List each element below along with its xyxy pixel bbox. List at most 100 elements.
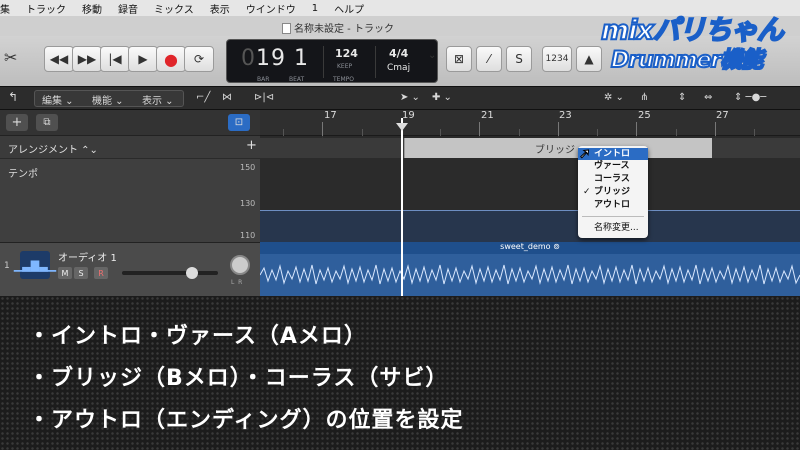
horizontal-zoom-icon[interactable]: ⇔	[704, 92, 712, 103]
play-icon: ▶	[138, 52, 148, 66]
waveform-zoom-icon[interactable]: ⋔	[640, 92, 648, 103]
menu-view[interactable]: 表示	[202, 1, 238, 16]
audio-track-header[interactable]: 1 ▁▃▇▃▁ オーディオ 1 M S R L R	[0, 242, 260, 296]
track-name[interactable]: オーディオ 1	[58, 249, 117, 264]
record-icon: ●	[164, 49, 178, 69]
forward-button[interactable]: ▶▶	[72, 46, 102, 72]
ruler-bar-19: 19	[402, 110, 415, 121]
audio-region[interactable]: sweet_demo ⊚	[260, 242, 800, 296]
global-tracks-icon: ⊡	[234, 117, 244, 128]
menu-item-bridge[interactable]: ✓ ブリッジ	[578, 186, 648, 198]
menu-window[interactable]: ウインドウ	[238, 1, 304, 16]
arrangement-label-text: アレンジメント	[8, 145, 78, 156]
menu-navigate[interactable]: 移動	[74, 1, 110, 16]
arrangement-marker-bridge[interactable]: ブリッジ	[404, 138, 712, 158]
screen: 集 トラック 移動 録音 ミックス 表示 ウインドウ 1 ヘルプ 名称未設定 -…	[0, 0, 800, 450]
bar-ruler[interactable]: 17 19 21 23 25 27	[260, 110, 800, 136]
arrangement-label: アレンジメント ⌃⌄	[8, 145, 98, 156]
record-button[interactable]: ●	[156, 46, 186, 72]
menu-item-outro[interactable]: アウトロ	[578, 199, 648, 211]
view-menu[interactable]: 表示 ⌄	[142, 92, 174, 107]
settings-gear-icon[interactable]: ✲ ⌄	[604, 92, 624, 103]
mute-button[interactable]: M	[58, 267, 72, 279]
ruler-subtick	[597, 129, 598, 136]
duplicate-icon: ⧉	[43, 117, 51, 128]
tempo-line[interactable]	[260, 210, 800, 211]
scissors-icon[interactable]: ✂	[4, 48, 17, 67]
caption-line-3: ・アウトロ（エンディング）の位置を設定	[28, 408, 464, 433]
add-track-button[interactable]: +	[6, 114, 28, 131]
tempo-lane[interactable]	[260, 158, 800, 242]
count-in-button[interactable]: 1234	[542, 46, 572, 72]
tempo-scale-150: 150	[240, 163, 256, 172]
lcd-bar: 19	[256, 46, 286, 71]
menu-item-rename[interactable]: 名称変更...	[578, 222, 648, 234]
vertical-zoom-icon[interactable]: ⇕	[678, 92, 686, 103]
edit-menu[interactable]: 編集 ⌄	[42, 92, 74, 107]
pan-l-label: L	[231, 279, 235, 286]
play-button[interactable]: ▶	[128, 46, 158, 72]
tuner-icon: ⁄	[487, 52, 490, 66]
ruler-tick	[558, 122, 559, 136]
automation-icon[interactable]: ⌐╱	[196, 92, 210, 103]
ruler-tick	[322, 122, 323, 136]
menu-help[interactable]: ヘルプ	[326, 1, 372, 16]
record-enable-button[interactable]: R	[94, 267, 108, 279]
tempo-track-header[interactable]: テンポ 150 130 110	[0, 158, 260, 242]
menu-item-intro-label: イントロ	[594, 149, 631, 159]
tuner-button[interactable]: ⁄	[476, 46, 502, 72]
snap-icon[interactable]: ⊳|⊲	[254, 92, 274, 103]
ruler-bar-23: 23	[559, 110, 572, 121]
global-tracks-button[interactable]: ⊡	[228, 114, 250, 131]
flex-icon[interactable]: ⋈	[222, 92, 232, 103]
arrangement-track-header[interactable]: アレンジメント ⌃⌄ +	[0, 138, 260, 156]
solo-button[interactable]: S	[74, 267, 88, 279]
channel-logo: mixパリちゃん Drummer機能	[595, 8, 800, 74]
lcd-display[interactable]: 019 1 BAR BEAT 124 KEEP TEMPO 4/4 Cmaj	[226, 39, 438, 83]
lcd-beat: 1	[294, 46, 309, 71]
go-to-start-icon: |◀	[108, 52, 122, 66]
ruler-subtick	[676, 129, 677, 136]
ruler-subtick	[283, 129, 284, 136]
pointer-tool-icon[interactable]: ➤ ⌄	[400, 92, 420, 103]
tracks-toolbar: ↰ 編集 ⌄ 機能 ⌄ 表示 ⌄ ⌐╱ ⋈ ⊳|⊲ ➤ ⌄ ✚ ⌄ ✲ ⌄ ⋔ …	[0, 86, 800, 110]
volume-slider-knob[interactable]	[186, 267, 198, 279]
menu-edit[interactable]: 集	[0, 1, 18, 16]
menu-mix[interactable]: ミックス	[146, 1, 202, 16]
lcd-tempo: 124	[335, 47, 358, 60]
ruler-bar-27: 27	[716, 110, 729, 121]
menu-one[interactable]: 1	[304, 3, 326, 14]
duplicate-track-button[interactable]: ⧉	[36, 114, 58, 131]
back-arrow-icon[interactable]: ↰	[8, 90, 18, 104]
tempo-fill	[260, 210, 800, 242]
add-marker-icon[interactable]: +	[246, 138, 257, 153]
lcd-key: Cmaj	[387, 63, 411, 73]
solo-mode-button[interactable]: S	[506, 46, 532, 72]
pencil-tool-icon[interactable]: ✚ ⌄	[432, 92, 452, 103]
ruler-bar-25: 25	[638, 110, 651, 121]
edit-menu-label: 編集	[42, 96, 62, 107]
go-to-start-button[interactable]: |◀	[100, 46, 130, 72]
pan-knob[interactable]	[230, 255, 250, 275]
menu-track[interactable]: トラック	[18, 1, 74, 16]
menu-item-chorus[interactable]: コーラス	[578, 173, 648, 185]
cycle-button[interactable]: ⟳	[184, 46, 214, 72]
playhead[interactable]	[401, 118, 403, 296]
functions-menu[interactable]: 機能 ⌄	[92, 92, 124, 107]
playhead-handle-icon[interactable]	[396, 123, 408, 131]
tracks-area[interactable]: 17 19 21 23 25 27 ブリッジ sweet_demo ⊚	[260, 110, 800, 296]
forward-icon: ▶▶	[77, 52, 97, 66]
volume-slider-track[interactable]	[122, 271, 218, 275]
replace-button[interactable]: ⊠	[446, 46, 472, 72]
zoom-slider-icon[interactable]: ⇕ ─●─	[734, 92, 766, 103]
lcd-menu-chevron-icon[interactable]: ⌄	[428, 50, 436, 61]
mouse-pointer-icon: ➚	[579, 146, 592, 163]
menu-record[interactable]: 録音	[110, 1, 146, 16]
ruler-tick	[636, 122, 637, 136]
audio-waveform	[260, 264, 800, 285]
rewind-button[interactable]: ◀◀	[44, 46, 74, 72]
arrangement-lane[interactable]: ブリッジ	[260, 138, 800, 158]
document-icon	[282, 23, 291, 34]
caption-line-1: ・イントロ・ヴァース（Aメロ）	[28, 324, 367, 349]
tempo-scale-110: 110	[240, 231, 256, 240]
